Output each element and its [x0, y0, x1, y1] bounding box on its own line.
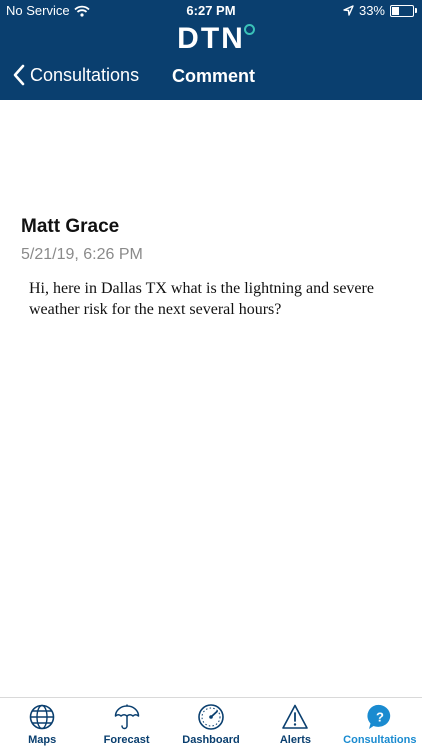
nav-bar: Consultations Comment: [0, 63, 422, 93]
umbrella-icon: [114, 704, 139, 730]
tab-label: Alerts: [279, 734, 312, 746]
comment-author: Matt Grace: [21, 216, 120, 237]
battery-percent: 33%: [358, 3, 385, 18]
comment-timestamp: 5/21/19, 6:26 PM: [21, 246, 143, 263]
question-icon: ?: [367, 704, 391, 729]
globe-icon: [29, 704, 55, 730]
tab-label: Dashboard: [182, 734, 240, 746]
battery-icon: [390, 4, 417, 17]
comment-card: Matt Grace 5/21/19, 6:26 PM Hi, here in …: [21, 216, 401, 320]
tab-label: Consultations: [343, 734, 417, 746]
chevron-left-icon: [13, 64, 25, 86]
back-button[interactable]: Consultations: [12, 63, 139, 87]
warning-icon: [282, 704, 309, 729]
tab-consultations[interactable]: ? Consultations: [338, 698, 422, 750]
logo-dot: [243, 24, 255, 35]
location-arrow-icon: [343, 5, 354, 16]
tab-forecast[interactable]: Forecast: [84, 698, 168, 750]
back-label: Consultations: [30, 64, 140, 85]
tab-label: Maps: [28, 734, 57, 746]
status-right: 33%: [343, 3, 417, 18]
gauge-icon: [198, 704, 224, 730]
tab-alerts[interactable]: Alerts: [253, 698, 337, 750]
logo-text: DTN: [177, 22, 245, 55]
battery-fill: [392, 6, 399, 15]
tab-maps[interactable]: Maps: [0, 698, 84, 750]
tab-label: Forecast: [103, 734, 150, 746]
comment-message: Hi, here in Dallas TX what is the lightn…: [29, 280, 374, 318]
app-header: No Service 6:27 PM 33% DTN Consultations…: [0, 0, 422, 100]
page-title: Comment: [172, 66, 256, 86]
status-bar: No Service 6:27 PM 33%: [0, 0, 422, 22]
svg-text:?: ?: [376, 710, 384, 725]
tab-bar: Maps Forecast Dashboard Alerts ? Consult…: [0, 697, 422, 750]
tab-dashboard[interactable]: Dashboard: [169, 698, 253, 750]
app-logo: DTN: [0, 22, 422, 56]
